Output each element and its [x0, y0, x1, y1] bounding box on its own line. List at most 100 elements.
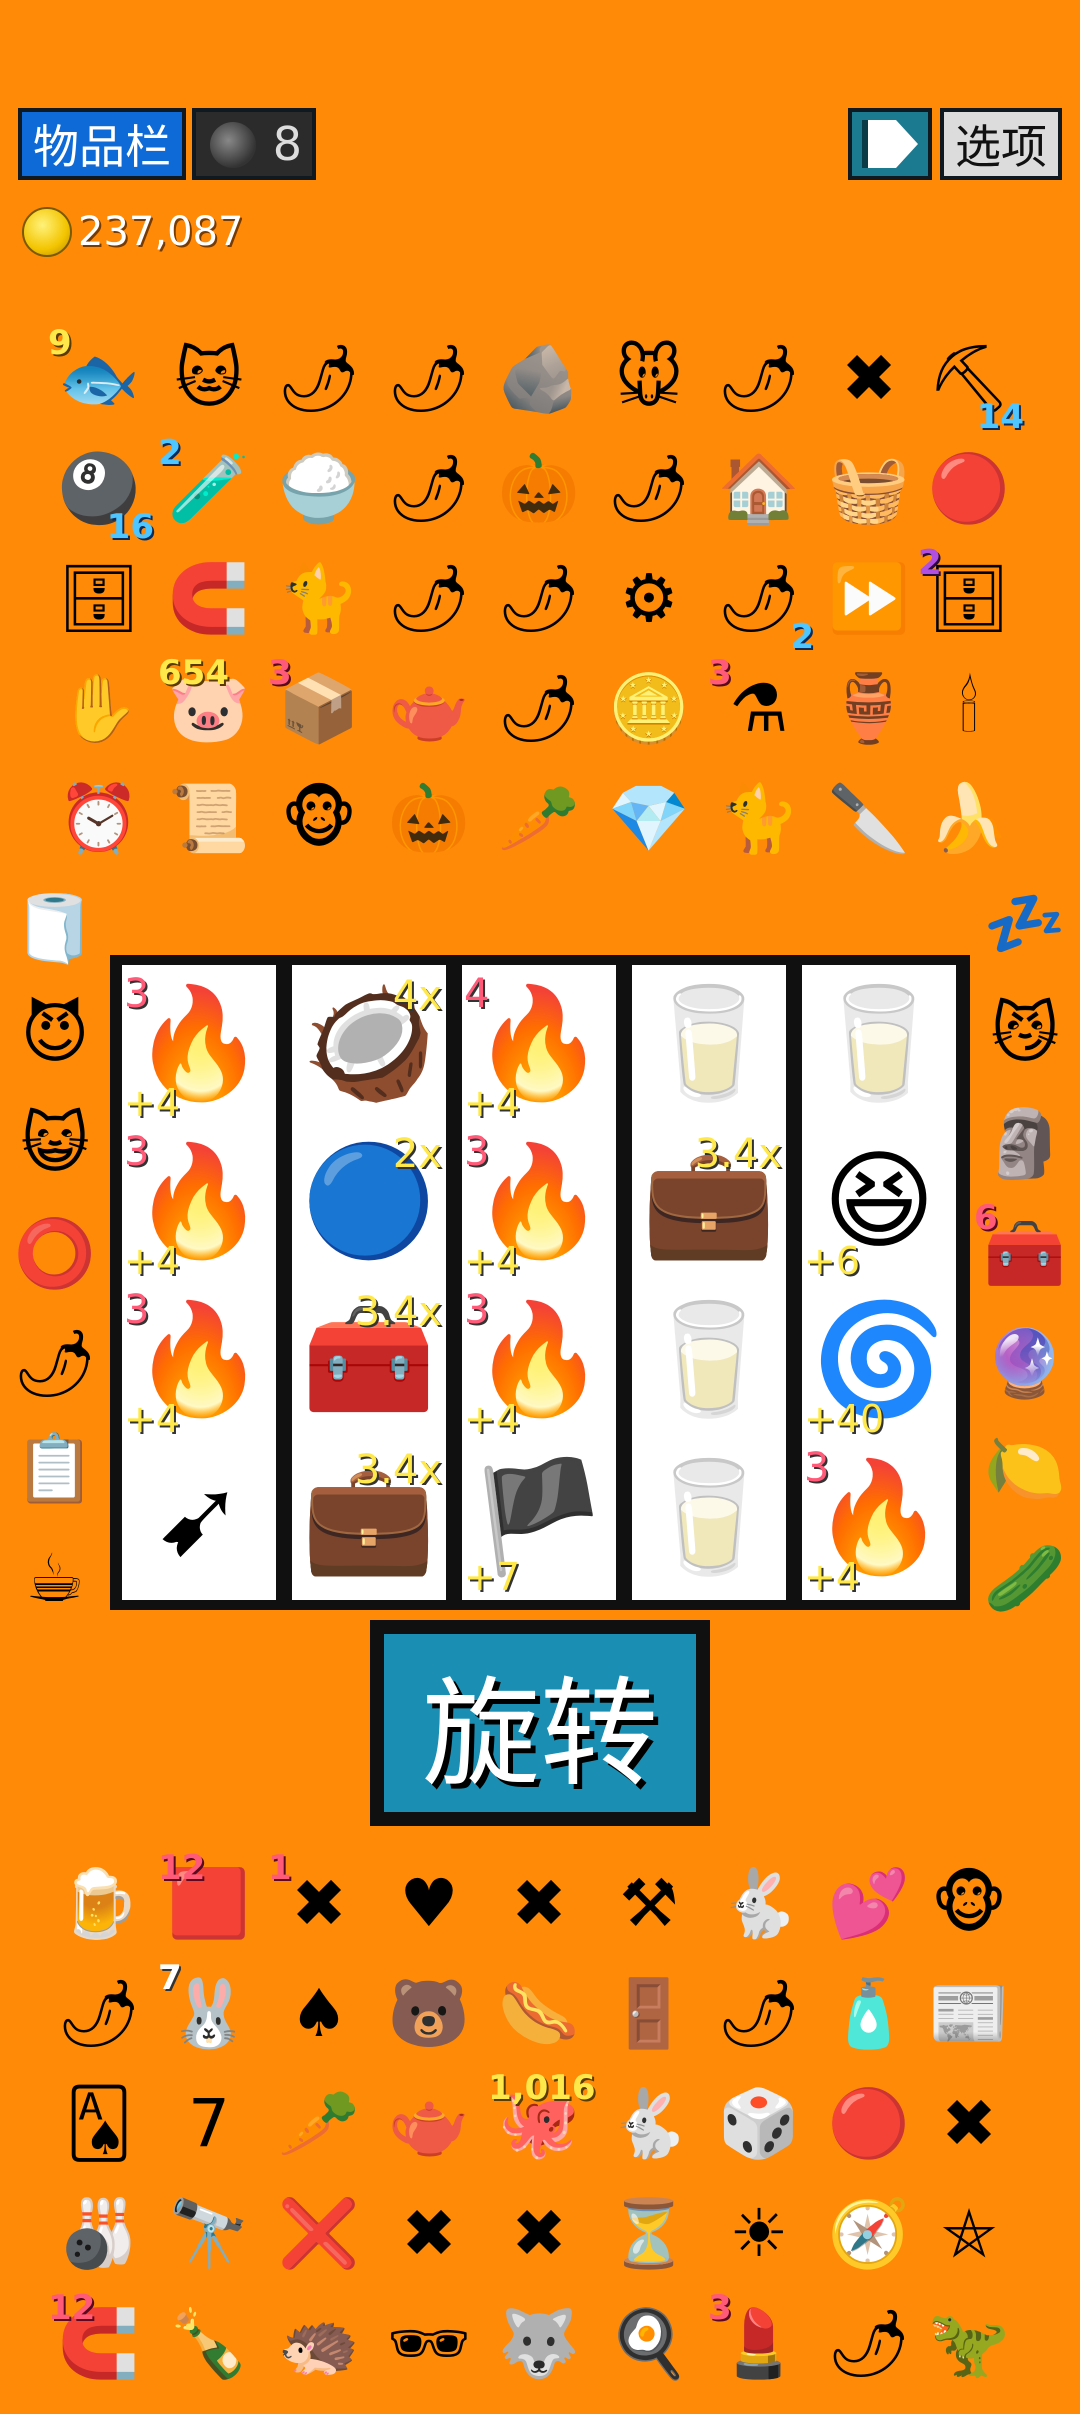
inventory-item-blue-flame-pedestal[interactable]: 🗿	[976, 1095, 1074, 1193]
inventory-item-cardboard-box[interactable]: 📦 3	[268, 656, 368, 758]
inventory-item-beer-mugs[interactable]: 🍺	[50, 1855, 148, 1953]
inventory-item-devil-cat[interactable]: 😈	[6, 985, 104, 1083]
inventory-item-telescope[interactable]: 🔭	[160, 2185, 258, 2283]
inventory-item-red-beast[interactable]: 🦖	[920, 2295, 1018, 2393]
inventory-item-red-pot[interactable]: 🎃	[380, 770, 478, 868]
inventory-item-pink-orb[interactable]: 🔴	[920, 440, 1018, 538]
inventory-item-gray-rabbit[interactable]: 🐰 7	[158, 1961, 258, 2063]
inventory-item-carrot[interactable]: 🥕	[270, 2075, 368, 2173]
inventory-item-black-pepper[interactable]: 🌶	[270, 330, 368, 428]
inventory-item-crossed-item[interactable]: ✖	[820, 330, 918, 428]
inventory-item-red-bottle[interactable]: 🍾	[160, 2295, 258, 2393]
inventory-item-anvil[interactable]: ⚒	[600, 1855, 698, 1953]
inventory-item-moon-rock[interactable]: 🪨	[490, 330, 588, 428]
inventory-item-crossed-ring[interactable]: ✖	[920, 2075, 1018, 2173]
inventory-item-card-suits[interactable]: ♥	[380, 1855, 478, 1953]
inventory-item-green-pepper[interactable]: 🌶	[380, 550, 478, 648]
exit-button[interactable]	[848, 108, 932, 180]
inventory-item-coffee-cup[interactable]: ☕	[6, 1530, 104, 1628]
inventory-item-tissue-roll[interactable]: 🧻	[6, 880, 104, 978]
spin-button[interactable]: 旋转	[370, 1620, 710, 1826]
inventory-item-lipstick[interactable]: 💄 3	[708, 2291, 808, 2393]
inventory-item-monocle-bear[interactable]: 🐻	[380, 1965, 478, 2063]
inventory-item-yellow-pepper[interactable]: 🌶	[600, 440, 698, 538]
inventory-item-gear[interactable]: ⚙	[600, 550, 698, 648]
inventory-item-rainbow-cat[interactable]: 😺	[6, 1095, 104, 1193]
inventory-item-lucky-cat[interactable]: 🐱	[160, 330, 258, 428]
inventory-item-sun-moon[interactable]: ☀	[710, 2185, 808, 2283]
inventory-item-red-magnet[interactable]: 🧲 12	[48, 2291, 148, 2393]
inventory-item-jack-o-lantern[interactable]: 🎃	[490, 440, 588, 538]
inventory-item-carrot-pepper[interactable]: 🥕	[490, 770, 588, 868]
inventory-item-banana[interactable]: 🍌	[920, 770, 1018, 868]
inventory-item-birdhouse[interactable]: 🏠	[710, 440, 808, 538]
inventory-item-pink-cat[interactable]: 🐈	[710, 770, 808, 868]
inventory-item-candle[interactable]: 🕯	[920, 660, 1018, 758]
inventory-item-black-cat[interactable]: 🐈	[270, 550, 368, 648]
inventory-item-red-static-orb[interactable]: 🔴	[820, 2075, 918, 2173]
inventory-item-water-bottle[interactable]: 🧴	[820, 1965, 918, 2063]
inventory-item-ace-of-spades[interactable]: 🂡	[50, 2075, 148, 2173]
inventory-item-red-cabinet[interactable]: 🗄 2	[918, 546, 1018, 648]
inventory-item-fruit-basket[interactable]: 🧺	[820, 440, 918, 538]
inventory-item-rice-bowl[interactable]: 🍚	[270, 440, 368, 538]
inventory-item-hand[interactable]: ✋	[50, 660, 148, 758]
inventory-item-sausage[interactable]: 🌭	[490, 1965, 588, 2063]
inventory-item-cyan-pepper[interactable]: 🌶	[380, 330, 478, 428]
inventory-item-newspaper[interactable]: 📰	[920, 1965, 1018, 2063]
inventory-item-crystal[interactable]: 💎	[600, 770, 698, 868]
essence-counter[interactable]: 8	[192, 108, 316, 180]
inventory-item-black-blob[interactable]: 🐙 1,016	[488, 2071, 596, 2173]
inventory-item-gray-pepper[interactable]: 🌶	[710, 1965, 808, 2063]
inventory-item-chevron-sign[interactable]: ⏩	[820, 550, 918, 648]
inventory-item-red-pepper[interactable]: 🌶	[710, 330, 808, 428]
inventory-item-crossed-sheet[interactable]: ❌	[270, 2185, 368, 2283]
inventory-item-crossed-bomb[interactable]: ✖	[380, 2185, 478, 2283]
inventory-item-alarm-clock[interactable]: ⏰	[50, 770, 148, 868]
inventory-item-lemon[interactable]: 🍋	[976, 1420, 1074, 1518]
inventory-button[interactable]: 物品栏	[18, 108, 186, 180]
inventory-item-pickaxe[interactable]: ⛏ 14	[920, 330, 1024, 435]
inventory-item-frying-pan[interactable]: 🍳	[600, 2295, 698, 2393]
inventory-item-billiard-ball[interactable]: 🎱 16	[50, 440, 154, 545]
inventory-item-ruby-door[interactable]: 🚪	[600, 1965, 698, 2063]
inventory-item-pentagram[interactable]: ⛤	[920, 2185, 1018, 2283]
inventory-item-crystal-ball[interactable]: 🔮	[976, 1315, 1074, 1413]
inventory-item-crossed-crate[interactable]: ✖ 1	[268, 1851, 368, 1953]
inventory-item-monkey[interactable]: 🐵	[270, 770, 368, 868]
inventory-item-fishbowl[interactable]: 🐟 9	[48, 326, 148, 428]
inventory-item-pink-monkey[interactable]: 🐵	[920, 1855, 1018, 1953]
inventory-item-gauge[interactable]: 🧭	[820, 2185, 918, 2283]
inventory-item-mice[interactable]: 🐭	[600, 330, 698, 428]
inventory-item-knife[interactable]: 🔪	[820, 770, 918, 868]
inventory-item-horseshoe[interactable]: 🧲	[160, 550, 258, 648]
inventory-item-piggy-bank[interactable]: 🐷 654	[158, 656, 258, 758]
inventory-item-bowling-ball[interactable]: 🎳	[50, 2185, 148, 2283]
inventory-item-coin-stack[interactable]: 🪙	[600, 660, 698, 758]
inventory-item-red-flask[interactable]: ⚗ 3	[708, 656, 808, 758]
inventory-item-brown-pepper[interactable]: 🌶	[50, 1965, 148, 2063]
options-button[interactable]: 选项	[940, 108, 1062, 180]
inventory-item-pink-cat-face[interactable]: 😼	[976, 985, 1074, 1083]
inventory-item-dice-pair[interactable]: 🎲	[710, 2075, 808, 2173]
inventory-item-rope-ring[interactable]: ⭕	[6, 1205, 104, 1303]
inventory-item-crossed-hook[interactable]: ✖	[490, 2185, 588, 2283]
inventory-item-lucky-seven[interactable]: 7	[160, 2075, 258, 2173]
inventory-item-rabbit-face[interactable]: 🐇	[600, 2075, 698, 2173]
inventory-item-wolf[interactable]: 🐺	[490, 2295, 588, 2393]
inventory-item-treasure-map[interactable]: 📜	[160, 770, 258, 868]
inventory-item-crossed-bandage[interactable]: ✖	[490, 1855, 588, 1953]
inventory-item-pink-pepper[interactable]: 🌶	[6, 1315, 104, 1413]
inventory-item-dark-box[interactable]: 🧰 6	[974, 1201, 1074, 1303]
inventory-item-watering-can[interactable]: 🫖	[380, 660, 478, 758]
inventory-item-potion[interactable]: 🧪 2	[158, 436, 258, 538]
inventory-item-pink-cushion[interactable]: 🟥 12	[158, 1851, 258, 1953]
inventory-item-purple-pepper[interactable]: 🌶 2	[710, 550, 814, 655]
inventory-item-white-pepper[interactable]: 🌶	[380, 440, 478, 538]
inventory-item-hedgehog-frame[interactable]: 🦔	[270, 2295, 368, 2393]
inventory-item-magenta-pepper[interactable]: 🌶	[490, 550, 588, 648]
inventory-item-purple-glasses[interactable]: 🕶	[380, 2295, 478, 2393]
inventory-item-spades-clubs[interactable]: ♠	[270, 1965, 368, 2063]
inventory-item-heart-diamond[interactable]: 💕	[820, 1855, 918, 1953]
inventory-item-cat-jar[interactable]: 🏺	[820, 660, 918, 758]
